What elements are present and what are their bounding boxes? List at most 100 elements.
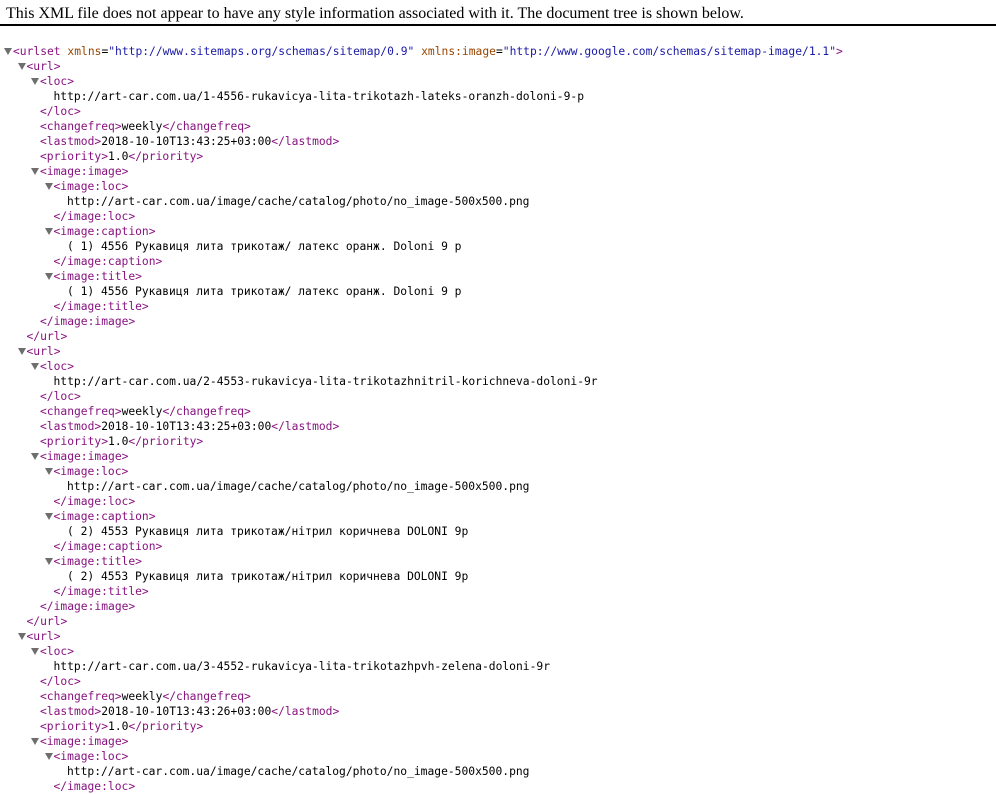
image-loc-close-line: </image:loc> [0,494,843,509]
priority-line: <priority>1.0</priority> [0,149,843,164]
image-open-tag: <image:image> [40,450,129,463]
loc-open-tag: <loc> [40,645,75,658]
image-caption-open-line: <image:caption> [0,509,843,524]
url-close-line: </url> [0,329,843,344]
image-loc-open-line: <image:loc> [0,179,843,194]
image-caption-close-line: </image:caption> [0,254,843,269]
lastmod-line: <lastmod>2018-10-10T13:43:26+03:00</last… [0,704,843,719]
urlset-open-tag-end: > [836,45,843,58]
image-close-line: </image:image> [0,314,843,329]
collapse-arrow-icon[interactable] [17,348,26,355]
loc-open-line: <loc> [0,74,843,89]
priority-value: 1.0 [108,720,129,733]
lastmod-value: 2018-10-10T13:43:26+03:00 [101,705,272,718]
image-caption-value-line: ( 1) 4556 Рукавиця лита трикотаж/ латекс… [0,239,843,254]
lastmod-close-tag: </lastmod> [271,705,340,718]
priority-line: <priority>1.0</priority> [0,719,843,734]
collapse-arrow-icon[interactable] [44,558,53,565]
url-open-line: <url> [0,629,843,644]
image-loc-close-line: </image:loc> [0,209,843,224]
loc-open-tag: <loc> [40,75,75,88]
image-loc-value: http://art-car.com.ua/image/cache/catalo… [67,765,530,778]
image-title-open-tag: <image:title> [53,270,142,283]
image-close-line: </image:image> [0,599,843,614]
priority-close-tag: </priority> [128,435,204,448]
collapse-arrow-icon[interactable] [44,183,53,190]
lastmod-close-tag: </lastmod> [271,135,340,148]
collapse-arrow-icon[interactable] [44,468,53,475]
priority-value: 1.0 [108,150,129,163]
collapse-arrow-icon[interactable] [31,648,39,655]
url-open-tag: <url> [26,345,61,358]
changefreq-open-tag: <changefreq> [40,405,122,418]
image-loc-open-tag: <image:loc> [53,750,129,763]
image-title-value-line: ( 1) 4556 Рукавиця лита трикотаж/ латекс… [0,284,843,299]
collapse-arrow-icon[interactable] [44,273,53,280]
image-caption-value-line: ( 2) 4553 Рукавиця лита трикотаж/нітрил … [0,524,843,539]
loc-close-line: </loc> [0,674,843,689]
loc-close-line: </loc> [0,389,843,404]
xml-tree: <urlset xmlns="http://www.sitemaps.org/s… [0,44,843,794]
loc-open-line: <loc> [0,644,843,659]
urlset-open-tag: <urlset [13,45,61,58]
collapse-arrow-icon[interactable] [17,633,26,640]
image-loc-value-line: http://art-car.com.ua/image/cache/catalo… [0,194,843,209]
changefreq-open-tag: <changefreq> [40,690,122,703]
collapse-arrow-icon[interactable] [31,363,39,370]
image-open-line: <image:image> [0,734,843,749]
priority-value: 1.0 [108,435,129,448]
lastmod-open-tag: <lastmod> [40,705,102,718]
image-title-value-line: ( 2) 4553 Рукавиця лита трикотаж/нітрил … [0,569,843,584]
image-open-tag: <image:image> [40,735,129,748]
changefreq-line: <changefreq>weekly</changefreq> [0,689,843,704]
image-loc-close-tag: </image:loc> [53,210,136,223]
changefreq-close-tag: </changefreq> [162,690,251,703]
image-title-open-line: <image:title> [0,554,843,569]
image-loc-value-line: http://art-car.com.ua/image/cache/catalo… [0,479,843,494]
image-loc-open-line: <image:loc> [0,749,843,764]
changefreq-close-tag: </changefreq> [162,405,251,418]
collapse-arrow-icon[interactable] [31,168,39,175]
collapse-arrow-icon[interactable] [44,228,53,235]
xmlns-image-attr-value: "http://www.google.com/schemas/sitemap-i… [502,45,837,58]
lastmod-close-tag: </lastmod> [271,420,340,433]
collapse-arrow-icon[interactable] [44,753,53,760]
collapse-arrow-icon[interactable] [17,63,26,70]
collapse-arrow-icon[interactable] [44,513,53,520]
image-title-value: ( 1) 4556 Рукавиця лита трикотаж/ латекс… [67,285,462,298]
loc-value-line: http://art-car.com.ua/2-4553-rukavicya-l… [0,374,843,389]
lastmod-value: 2018-10-10T13:43:25+03:00 [101,135,272,148]
image-loc-value: http://art-car.com.ua/image/cache/catalo… [67,195,530,208]
image-open-line: <image:image> [0,164,843,179]
changefreq-close-tag: </changefreq> [162,120,251,133]
collapse-arrow-icon[interactable] [4,48,12,55]
lastmod-open-tag: <lastmod> [40,135,102,148]
url-open-line: <url> [0,59,843,74]
changefreq-value: weekly [121,405,163,418]
collapse-arrow-icon[interactable] [31,738,39,745]
priority-close-tag: </priority> [128,720,204,733]
image-caption-close-line: </image:caption> [0,539,843,554]
url-close-tag: </url> [26,330,68,343]
loc-close-tag: </loc> [40,675,81,688]
loc-open-tag: <loc> [40,360,75,373]
loc-value-line: http://art-car.com.ua/3-4552-rukavicya-l… [0,659,843,674]
loc-close-tag: </loc> [40,105,81,118]
url-open-tag: <url> [26,60,61,73]
collapse-arrow-icon[interactable] [31,453,39,460]
image-caption-open-tag: <image:caption> [53,225,156,238]
image-loc-open-line: <image:loc> [0,464,843,479]
image-caption-close-tag: </image:caption> [53,255,163,268]
collapse-arrow-icon[interactable] [31,78,39,85]
priority-close-tag: </priority> [128,150,204,163]
priority-open-tag: <priority> [40,720,109,733]
priority-line: <priority>1.0</priority> [0,434,843,449]
loc-value: http://art-car.com.ua/3-4552-rukavicya-l… [53,660,551,673]
image-title-open-line: <image:title> [0,269,843,284]
loc-value: http://art-car.com.ua/1-4556-rukavicya-l… [53,90,585,103]
url-close-tag: </url> [26,615,68,628]
image-loc-open-tag: <image:loc> [53,180,129,193]
image-title-value: ( 2) 4553 Рукавиця лита трикотаж/нітрил … [67,570,469,583]
urlset-line: <urlset xmlns="http://www.sitemaps.org/s… [0,44,843,59]
image-caption-value: ( 1) 4556 Рукавиця лита трикотаж/ латекс… [67,240,462,253]
